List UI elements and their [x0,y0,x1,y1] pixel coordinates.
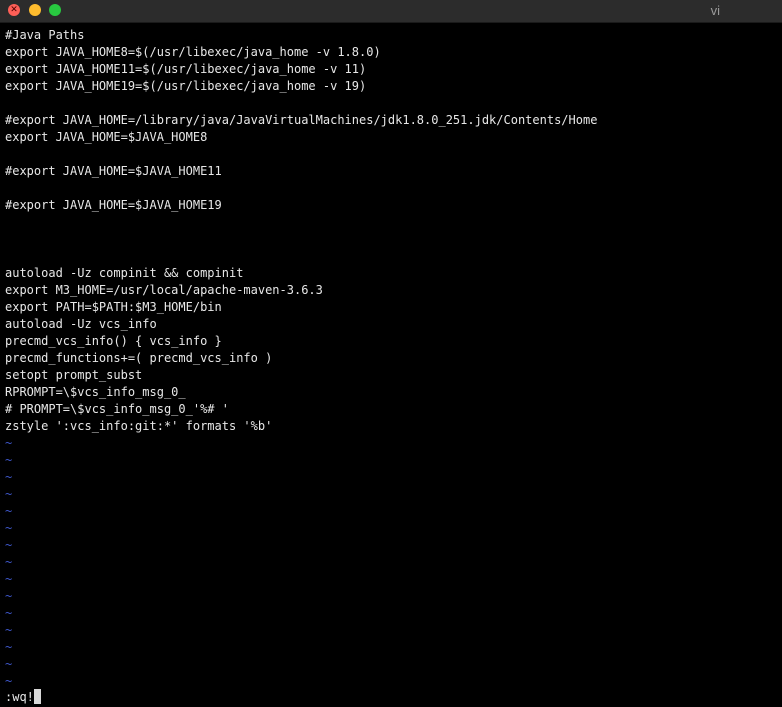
empty-line-marker: ~ [5,657,13,671]
buffer-line: export M3_HOME=/usr/local/apache-maven-3… [5,283,323,297]
buffer-line [5,95,782,112]
buffer-line [5,231,782,248]
window-title: vi [710,3,720,18]
buffer-line: precmd_functions+=( precmd_vcs_info ) [5,351,273,365]
empty-line-marker: ~ [5,521,13,535]
buffer-line: #export JAVA_HOME=$JAVA_HOME19 [5,198,222,212]
buffer-line: export JAVA_HOME11=$(/usr/libexec/java_h… [5,62,367,76]
buffer-line [5,214,782,231]
empty-line-marker: ~ [5,538,13,552]
buffer-line: RPROMPT=\$vcs_info_msg_0_ [5,385,186,399]
buffer-line [5,180,782,197]
buffer-line: export JAVA_HOME=$JAVA_HOME8 [5,130,208,144]
title-bar[interactable]: ✕ vi [0,0,782,23]
empty-line-marker: ~ [5,640,13,654]
buffer-line: export PATH=$PATH:$M3_HOME/bin [5,300,222,314]
terminal-window: ✕ vi #Java Paths export JAVA_HOME8=$(/usr… [0,0,782,707]
text-cursor [33,689,41,704]
buffer-line: export JAVA_HOME8=$(/usr/libexec/java_ho… [5,45,381,59]
buffer-line: export JAVA_HOME19=$(/usr/libexec/java_h… [5,79,367,93]
buffer-line: #export JAVA_HOME=/library/java/JavaVirt… [5,113,598,127]
empty-line-marker: ~ [5,487,13,501]
vi-editor-buffer[interactable]: #Java Paths export JAVA_HOME8=$(/usr/libe… [5,27,782,690]
close-window-button[interactable]: ✕ [8,4,20,16]
maximize-window-button[interactable] [49,4,61,16]
buffer-line: zstyle ':vcs_info:git:*' formats '%b' [5,419,273,433]
buffer-line [5,248,782,265]
empty-line-marker: ~ [5,589,13,603]
minimize-window-button[interactable] [29,4,41,16]
command-line[interactable]: :wq! [5,689,41,706]
empty-line-marker: ~ [5,623,13,637]
empty-line-marker: ~ [5,674,13,688]
command-text: :wq! [5,690,34,704]
empty-line-marker: ~ [5,606,13,620]
close-icon: ✕ [10,5,18,15]
buffer-line: precmd_vcs_info() { vcs_info } [5,334,222,348]
buffer-line: autoload -Uz vcs_info [5,317,157,331]
buffer-line: # PROMPT=\$vcs_info_msg_0_'%# ' [5,402,229,416]
buffer-line: autoload -Uz compinit && compinit [5,266,244,280]
empty-line-marker: ~ [5,504,13,518]
empty-line-marker: ~ [5,555,13,569]
empty-line-marker: ~ [5,453,13,467]
empty-line-marker: ~ [5,572,13,586]
buffer-line [5,146,782,163]
buffer-line: #export JAVA_HOME=$JAVA_HOME11 [5,164,222,178]
buffer-line: setopt prompt_subst [5,368,143,382]
empty-line-marker: ~ [5,436,13,450]
buffer-line: #Java Paths [5,28,85,42]
empty-line-marker: ~ [5,470,13,484]
